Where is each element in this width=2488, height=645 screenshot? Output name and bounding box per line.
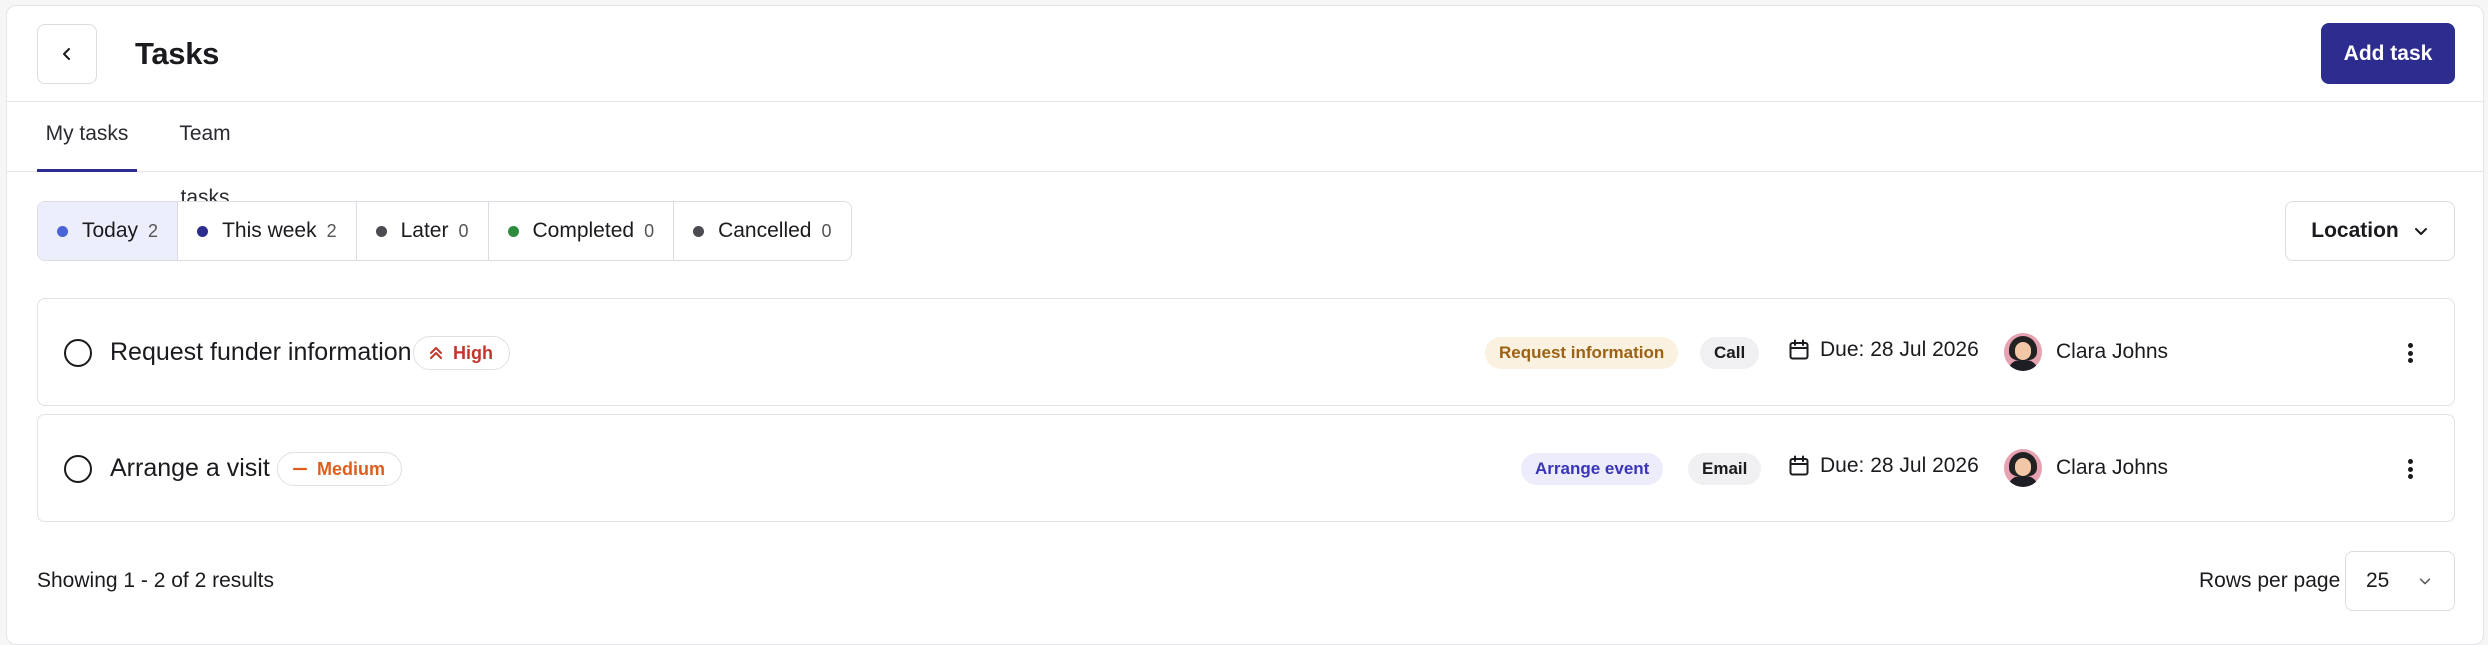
chevron-up-double-icon [430, 347, 442, 359]
filter-label: Cancelled [718, 219, 812, 242]
results-summary: Showing 1 - 2 of 2 results [37, 569, 274, 592]
filter-later[interactable]: Later 0 [356, 202, 489, 260]
filter-label: Completed [532, 219, 635, 242]
calendar-icon [1789, 339, 1809, 360]
filter-today[interactable]: Today 2 [38, 202, 179, 260]
page-header: Tasks Add task [7, 6, 2483, 102]
priority-badge: High [413, 336, 510, 370]
assignee: Clara Johns [2004, 449, 2168, 487]
status-dot [375, 225, 387, 237]
add-task-button[interactable]: Add task [2321, 23, 2455, 84]
rows-per-page-select[interactable]: 25 [2345, 551, 2455, 611]
rows-per-page-value: 25 [2366, 569, 2390, 592]
category-tag: Arrange event [1521, 453, 1664, 485]
status-filter-group: Today 2 This week 2 Later 0 Completed 0 … [37, 201, 852, 261]
priority-badge: Medium [277, 452, 403, 486]
filter-label: This week [222, 219, 317, 242]
chevron-down-icon [2414, 228, 2427, 235]
kebab-menu-icon[interactable] [2400, 453, 2420, 485]
location-dropdown[interactable]: Location [2285, 201, 2455, 261]
filter-label: Today [82, 219, 139, 242]
filter-this-week[interactable]: This week 2 [178, 202, 357, 260]
tab-bar: My tasks Team tasks [7, 102, 2483, 209]
priority-label: High [453, 342, 493, 363]
complete-task-radio[interactable] [64, 455, 92, 483]
avatar [2004, 333, 2042, 371]
chevron-down-icon [2419, 578, 2431, 585]
filter-cancelled[interactable]: Cancelled 0 [674, 202, 851, 260]
due-date: Due: 28 Jul 2026 [1788, 454, 1979, 478]
task-title[interactable]: Arrange a visit [110, 454, 270, 483]
location-label: Location [2311, 219, 2399, 242]
filter-count: 0 [821, 220, 832, 241]
tasks-panel: Tasks Add task My tasks Team tasks Today… [6, 5, 2484, 645]
priority-label: Medium [317, 458, 386, 479]
back-button[interactable] [37, 24, 97, 84]
type-tag: Email [1688, 453, 1762, 485]
tab-team-tasks[interactable]: Team tasks [153, 102, 257, 209]
task-row[interactable]: Request funder information High Request … [37, 298, 2455, 406]
filter-count: 0 [644, 220, 655, 241]
status-dot [197, 225, 209, 237]
due-date-label: Due: 28 Jul 2026 [1820, 454, 1979, 477]
calendar-icon [1789, 455, 1809, 476]
category-tag: Request information [1485, 337, 1679, 369]
tab-my-tasks[interactable]: My tasks [37, 102, 137, 172]
assignee-name: Clara Johns [2056, 456, 2169, 479]
kebab-menu-icon[interactable] [2400, 337, 2420, 369]
minus-icon [292, 467, 308, 471]
filter-count: 0 [458, 220, 469, 241]
due-date: Due: 28 Jul 2026 [1788, 338, 1979, 362]
filter-count: 2 [326, 220, 337, 241]
task-title[interactable]: Request funder information [110, 338, 412, 367]
status-dot [693, 225, 705, 237]
assignee-name: Clara Johns [2056, 340, 2169, 363]
filter-label: Later [400, 219, 449, 242]
complete-task-radio[interactable] [64, 339, 92, 367]
filter-count: 2 [148, 220, 159, 241]
type-tag: Call [1700, 337, 1760, 369]
task-row[interactable]: Arrange a visit Medium Arrange event Ema… [37, 414, 2455, 522]
status-dot [507, 225, 519, 237]
page-title: Tasks [135, 36, 220, 71]
rows-per-page-label: Rows per page [2199, 569, 2341, 592]
chevron-left-icon [63, 48, 70, 60]
assignee: Clara Johns [2004, 333, 2168, 371]
due-date-label: Due: 28 Jul 2026 [1820, 338, 1979, 361]
status-dot [57, 225, 68, 237]
filter-completed[interactable]: Completed 0 [488, 202, 675, 260]
avatar [2004, 449, 2042, 487]
